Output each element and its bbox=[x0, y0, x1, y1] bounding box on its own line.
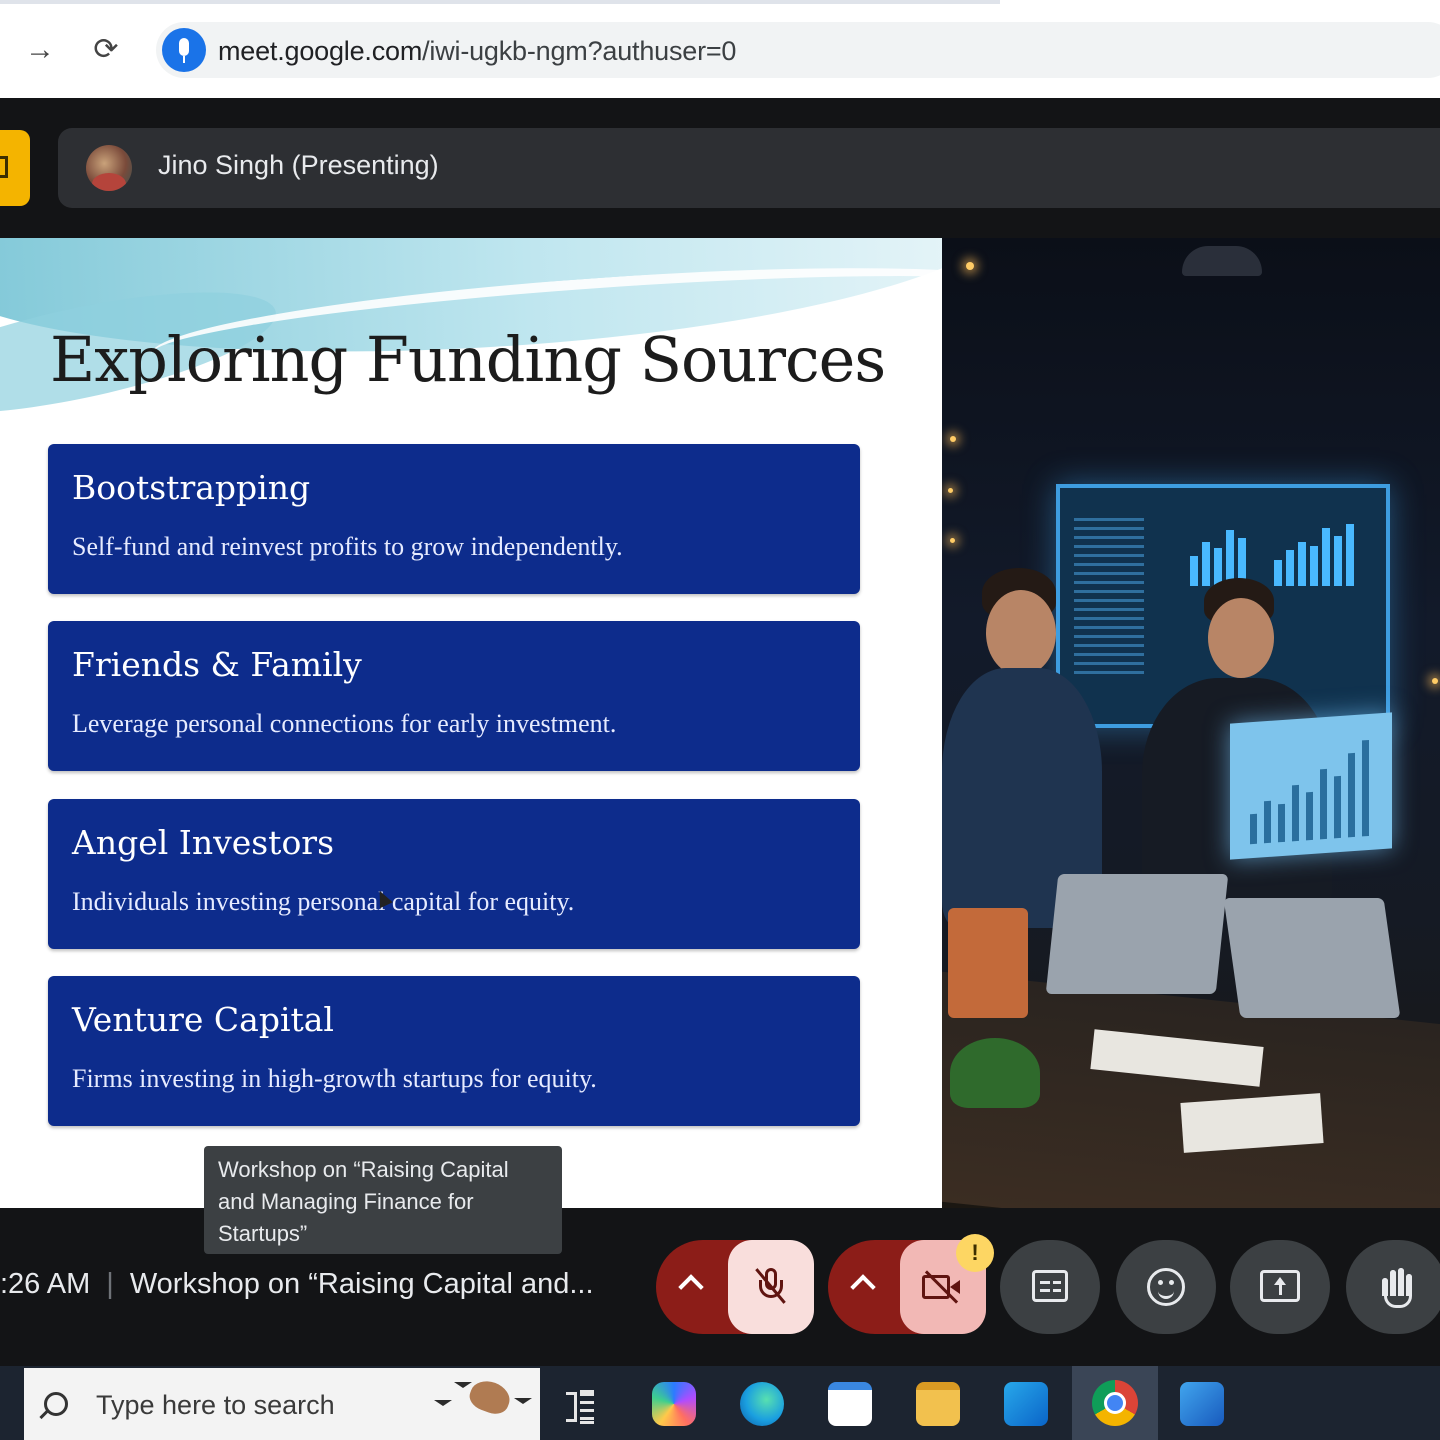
card-title: Bootstrapping bbox=[72, 468, 311, 507]
captions-icon bbox=[1032, 1270, 1068, 1302]
url-domain: meet.google.com bbox=[218, 36, 423, 66]
word-icon[interactable] bbox=[1180, 1382, 1224, 1426]
present-screen-icon bbox=[1260, 1270, 1300, 1302]
hand-icon bbox=[1382, 1266, 1414, 1308]
meeting-title-tooltip: Workshop on “Raising Capital and Managin… bbox=[204, 1146, 562, 1254]
search-placeholder: Type here to search bbox=[96, 1390, 335, 1420]
presentation-indicator-tab[interactable] bbox=[0, 130, 30, 206]
copilot-icon[interactable] bbox=[652, 1382, 696, 1426]
avatar bbox=[86, 145, 132, 191]
funding-card-venture-capital: Venture Capital Firms investing in high-… bbox=[48, 976, 860, 1126]
url-path: /iwi-ugkb-ngm?authuser=0 bbox=[422, 36, 737, 66]
microphone-off-icon bbox=[755, 1268, 786, 1306]
reactions-button[interactable] bbox=[1116, 1240, 1216, 1334]
slide: Exploring Funding Sources Bootstrapping … bbox=[0, 238, 942, 1208]
card-description: Firms investing in high-growth startups … bbox=[72, 1064, 597, 1093]
present-icon bbox=[0, 156, 8, 178]
laptop bbox=[1045, 874, 1229, 994]
chart-tablet bbox=[1230, 712, 1392, 860]
edge-icon[interactable] bbox=[740, 1382, 784, 1426]
chrome-taskbar-button-active[interactable] bbox=[1072, 1366, 1158, 1440]
tab-strip-edge bbox=[0, 0, 1000, 4]
card-title: Venture Capital bbox=[72, 1000, 334, 1039]
clock: :26 AM bbox=[0, 1268, 91, 1300]
bokeh-light bbox=[950, 538, 955, 543]
present-now-button[interactable] bbox=[1230, 1240, 1330, 1334]
windows-taskbar: Type here to search bbox=[0, 1366, 1440, 1440]
person bbox=[986, 590, 1056, 676]
audio-controls bbox=[656, 1240, 814, 1334]
microphone-toggle-button[interactable] bbox=[728, 1240, 814, 1334]
search-highlight-illustration bbox=[424, 1372, 540, 1436]
task-view-icon[interactable] bbox=[566, 1390, 598, 1424]
pendant-lamp bbox=[1182, 246, 1262, 276]
microphone-icon[interactable] bbox=[162, 28, 206, 72]
bokeh-light bbox=[1432, 678, 1438, 684]
bokeh-light bbox=[966, 262, 974, 270]
presenter-banner[interactable]: Jino Singh (Presenting) bbox=[58, 128, 1440, 208]
separator: | bbox=[106, 1268, 114, 1300]
url-text[interactable]: meet.google.com/iwi-ugkb-ngm?authuser=0 bbox=[218, 36, 736, 67]
camera-warning-badge[interactable]: ! bbox=[956, 1234, 994, 1272]
reload-button[interactable]: ⟳ bbox=[86, 30, 126, 70]
address-bar[interactable]: meet.google.com/iwi-ugkb-ngm?authuser=0 bbox=[156, 22, 1440, 78]
audio-options-chevron-icon[interactable] bbox=[678, 1274, 704, 1300]
arrow-right-icon: → bbox=[25, 33, 55, 66]
card-description: Self-fund and reinvest profits to grow i… bbox=[72, 532, 623, 561]
person bbox=[1208, 598, 1274, 678]
funding-card-bootstrapping: Bootstrapping Self-fund and reinvest pro… bbox=[48, 444, 860, 594]
reload-icon: ⟳ bbox=[93, 33, 119, 66]
bokeh-light bbox=[948, 488, 953, 493]
plant bbox=[950, 1038, 1040, 1108]
card-title: Angel Investors bbox=[72, 823, 335, 862]
slide-photo-business-meeting bbox=[942, 238, 1440, 1208]
presentation-stage: Exploring Funding Sources Bootstrapping … bbox=[0, 238, 1440, 1208]
raise-hand-button[interactable] bbox=[1346, 1240, 1440, 1334]
notebook bbox=[1180, 1093, 1324, 1153]
search-icon bbox=[44, 1392, 68, 1416]
funding-card-angel-investors: Angel Investors Individuals investing pe… bbox=[48, 799, 860, 949]
camera-off-icon bbox=[922, 1270, 962, 1304]
microsoft-store-icon[interactable] bbox=[828, 1382, 872, 1426]
video-options-chevron-icon[interactable] bbox=[850, 1274, 876, 1300]
emoji-icon bbox=[1147, 1268, 1185, 1306]
taskbar-search-box[interactable]: Type here to search bbox=[24, 1368, 540, 1440]
browser-toolbar: → ⟳ meet.google.com/iwi-ugkb-ngm?authuse… bbox=[0, 0, 1440, 98]
card-description: Leverage personal connections for early … bbox=[72, 709, 617, 738]
outlook-icon[interactable] bbox=[1004, 1382, 1048, 1426]
meeting-title[interactable]: Workshop on “Raising Capital and... bbox=[130, 1268, 594, 1300]
presenter-name: Jino Singh (Presenting) bbox=[158, 150, 439, 180]
tooltip-text: Workshop on “Raising Capital and Managin… bbox=[218, 1157, 509, 1246]
meeting-info: :26 AM | Workshop on “Raising Capital and.… bbox=[0, 1268, 594, 1301]
laptop bbox=[948, 908, 1028, 1018]
screen: → ⟳ meet.google.com/iwi-ugkb-ngm?authuse… bbox=[0, 0, 1440, 1440]
meet-header: Jino Singh (Presenting) bbox=[0, 98, 1440, 238]
laptop bbox=[1223, 898, 1401, 1018]
funding-card-friends-family: Friends & Family Leverage personal conne… bbox=[48, 621, 860, 771]
bokeh-light bbox=[950, 436, 956, 442]
card-description: Individuals investing personal capital f… bbox=[72, 887, 575, 916]
chrome-icon bbox=[1092, 1380, 1138, 1426]
file-explorer-icon[interactable] bbox=[916, 1382, 960, 1426]
slide-title: Exploring Funding Sources bbox=[50, 323, 886, 396]
captions-button[interactable] bbox=[1000, 1240, 1100, 1334]
forward-button[interactable]: → bbox=[20, 30, 60, 70]
card-title: Friends & Family bbox=[72, 645, 362, 684]
